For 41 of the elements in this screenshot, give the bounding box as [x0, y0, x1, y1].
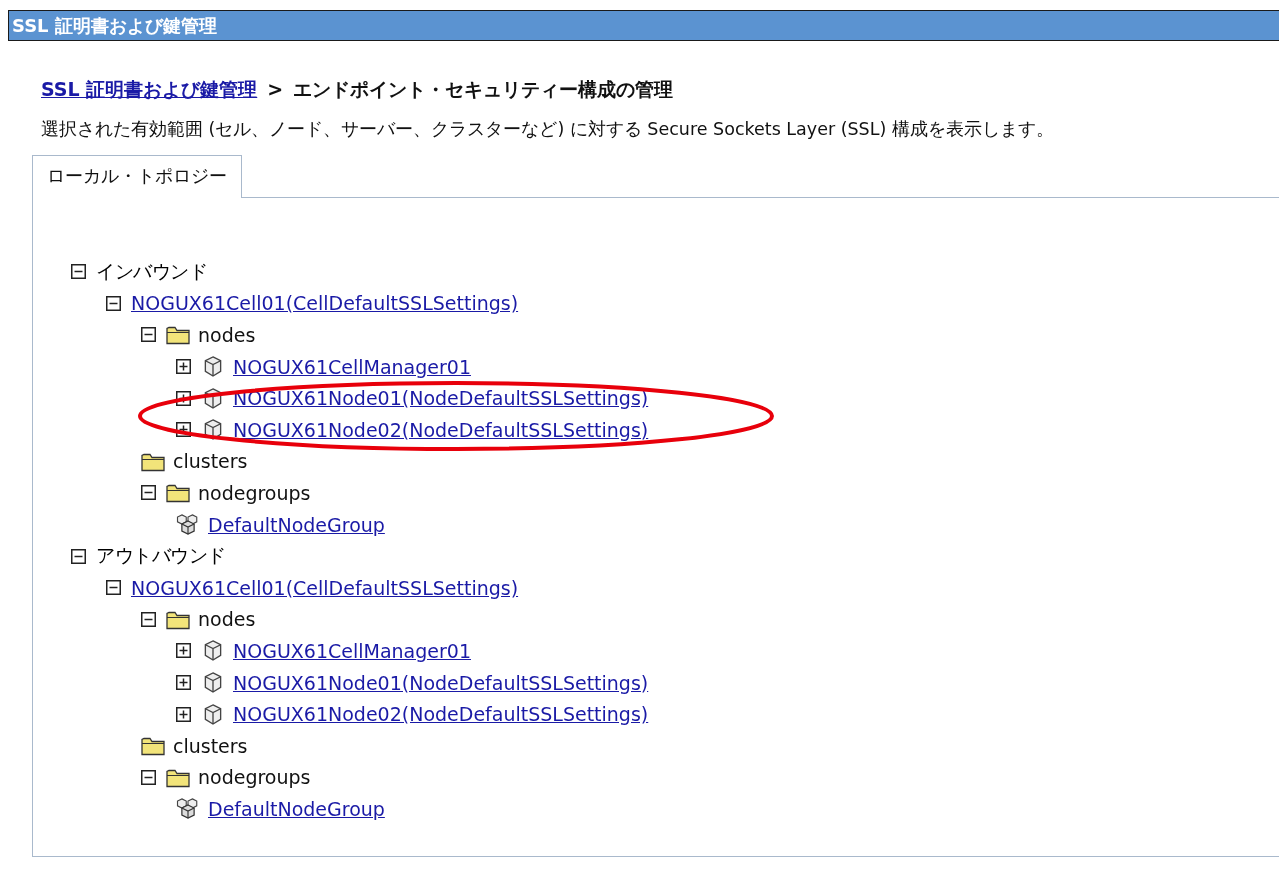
tree-link[interactable]: DefaultNodeGroup [208, 797, 385, 820]
tree-link[interactable]: NOGUX61Node02(NodeDefaultSSLSettings) [233, 418, 649, 441]
folder-icon [166, 482, 190, 504]
folder-icon [141, 735, 165, 757]
tree-link[interactable]: NOGUX61Node02(NodeDefaultSSLSettings) [233, 703, 649, 726]
collapse-icon[interactable] [106, 580, 121, 596]
tree-label: アウトバウンド [96, 543, 226, 569]
tree-link[interactable]: NOGUX61Node01(NodeDefaultSSLSettings) [233, 671, 649, 694]
tree-label: nodegroups [198, 766, 311, 789]
tree-label: clusters [173, 450, 248, 473]
collapse-icon[interactable] [141, 769, 156, 785]
folder-icon [166, 324, 190, 346]
tree-link[interactable]: NOGUX61CellManager01 [233, 355, 471, 378]
expand-icon[interactable] [176, 359, 191, 375]
collapse-icon[interactable] [71, 264, 86, 280]
expand-icon[interactable] [176, 706, 191, 722]
tree-link[interactable]: NOGUX61CellManager01 [233, 639, 471, 662]
breadcrumb-current: エンドポイント・セキュリティー構成の管理 [293, 77, 674, 102]
cubes-icon [176, 514, 200, 536]
tree-link[interactable]: NOGUX61Cell01(CellDefaultSSLSettings) [131, 292, 519, 315]
collapse-icon[interactable] [141, 611, 156, 627]
tree-label: nodes [198, 608, 256, 631]
collapse-icon[interactable] [141, 327, 156, 343]
tab[interactable]: ローカル・トポロジー [32, 155, 242, 198]
collapse-icon[interactable] [106, 295, 121, 311]
expand-icon[interactable] [176, 675, 191, 690]
tree-label: clusters [173, 734, 248, 757]
collapse-icon[interactable] [141, 485, 156, 501]
cubes-icon [176, 798, 200, 820]
description-text: 選択された有効範囲 (セル、ノード、サーバー、クラスターなど) に対する Secure Sockets Layer (SSL) 構成を表示します。 [40, 118, 1055, 141]
tree-label: nodes [198, 324, 256, 346]
expand-icon[interactable] [176, 643, 191, 659]
collapse-icon[interactable] [71, 548, 86, 564]
breadcrumb-link[interactable]: SSL 証明書および鍵管理 [41, 77, 258, 103]
breadcrumb-separator: > [267, 78, 284, 100]
tree-label: nodegroups [198, 481, 311, 504]
header-title: SSL 証明書および鍵管理 [12, 13, 217, 38]
tree-link[interactable]: NOGUX61Node01(NodeDefaultSSLSettings) [233, 387, 649, 410]
tree-link[interactable]: DefaultNodeGroup [208, 513, 385, 536]
tree-label: インバウンド [96, 258, 207, 284]
tree-link[interactable]: NOGUX61Cell01(CellDefaultSSLSettings) [131, 576, 519, 599]
